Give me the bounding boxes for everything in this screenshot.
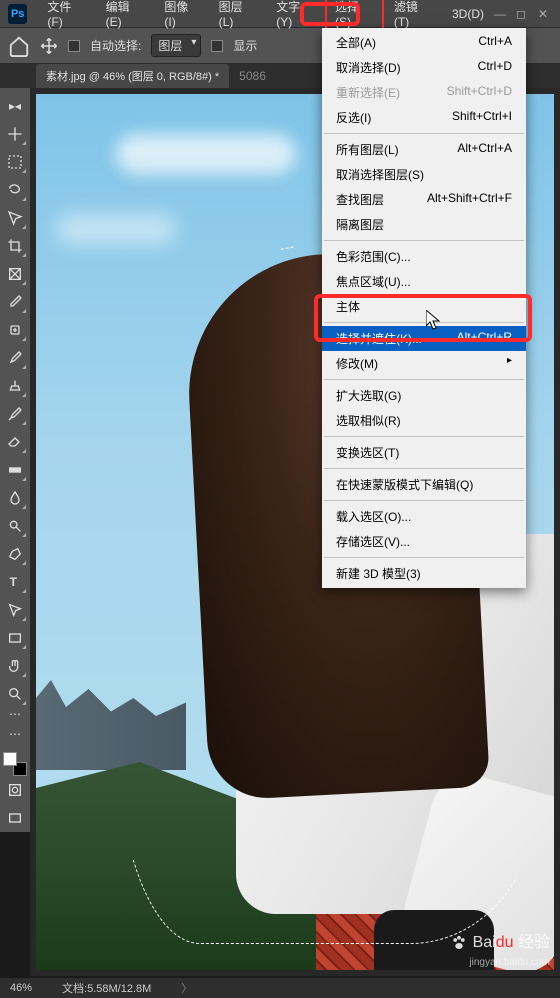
menu-image[interactable]: 图像(I) [154,0,208,33]
status-bar: 46% 文档:5.58M/12.8M 〉 [0,978,560,998]
menu-modify[interactable]: 修改(M) [322,351,526,376]
menu-color-range[interactable]: 色彩范围(C)... [322,244,526,269]
menu-separator [324,322,524,323]
menu-save-selection[interactable]: 存储选区(V)... [322,529,526,554]
move-tool[interactable] [3,122,27,146]
menu-file[interactable]: 文件(F) [37,0,95,33]
menu-subject[interactable]: 主体 [322,294,526,319]
clone-stamp-tool[interactable] [3,374,27,398]
history-brush-tool[interactable] [3,402,27,426]
baidu-paw-icon [450,934,468,952]
menu-quick-mask[interactable]: 在快速蒙版模式下编辑(Q) [322,472,526,497]
status-zoom: 46% [10,982,32,994]
eyedropper-tool[interactable] [3,290,27,314]
menu-3d[interactable]: 3D(D) [442,3,494,25]
menu-load-selection[interactable]: 载入选区(O)... [322,504,526,529]
menu-separator [324,500,524,501]
minimize-icon[interactable]: — [494,7,508,21]
pen-tool[interactable] [3,542,27,566]
menu-isolate-layers[interactable]: 隔离图层 [322,212,526,237]
menu-deselect[interactable]: 取消选择(D)Ctrl+D [322,55,526,80]
dodge-tool[interactable] [3,514,27,538]
hand-tool[interactable] [3,654,27,678]
menu-edit[interactable]: 编辑(E) [96,0,155,33]
quick-select-tool[interactable] [3,206,27,230]
path-select-tool[interactable] [3,598,27,622]
show-transform-checkbox[interactable] [211,40,223,52]
photo-cloud [116,134,296,174]
auto-select-checkbox[interactable] [68,40,80,52]
menu-separator [324,133,524,134]
menu-inverse[interactable]: 反选(I)Shift+Ctrl+I [322,105,526,130]
marquee-tool[interactable] [3,150,27,174]
foreground-color-swatch[interactable] [3,752,17,766]
show-label: 显示 [233,37,257,54]
tab-active[interactable]: 素材.jpg @ 46% (图层 0, RGB/8#) * [36,64,229,88]
tools-panel: ▸◂ T ⋯ ⋯ [0,88,30,832]
menu-separator [324,379,524,380]
menu-grow[interactable]: 扩大选取(G) [322,383,526,408]
menu-all[interactable]: 全部(A)Ctrl+A [322,30,526,55]
eraser-tool[interactable] [3,430,27,454]
collapse-icon[interactable]: ▸◂ [3,94,27,118]
rectangle-tool[interactable] [3,626,27,650]
home-icon[interactable] [8,35,30,57]
restore-icon[interactable]: ◻ [516,7,530,21]
watermark-url: jingyan.baidu.com [469,957,550,968]
watermark-text: Baidu 经验 [473,934,550,951]
menu-layer[interactable]: 图层(L) [209,0,267,33]
type-tool[interactable]: T [3,570,27,594]
menu-separator [324,557,524,558]
menu-reselect: 重新选择(E)Shift+Ctrl+D [322,80,526,105]
color-swatches[interactable] [3,752,27,776]
watermark: Baidu 经验 jingyan.baidu.com [450,928,550,970]
svg-text:T: T [10,575,18,589]
move-tool-icon[interactable] [40,37,58,55]
photo-cloud [56,214,176,244]
menu-type[interactable]: 文字(Y) [266,0,325,33]
menu-select-and-mask[interactable]: 选择并遮住(K)...Alt+Ctrl+R [322,326,526,351]
cursor-icon [426,310,442,330]
auto-select-label: 自动选择: [90,37,141,54]
frame-tool[interactable] [3,262,27,286]
menu-similar[interactable]: 选取相似(R) [322,408,526,433]
tab-inactive[interactable]: 5086 [229,65,276,87]
brush-tool[interactable] [3,346,27,370]
menu-separator [324,468,524,469]
menu-new-3d[interactable]: 新建 3D 模型(3) [322,561,526,586]
status-chevron-icon[interactable]: 〉 [181,980,192,996]
menu-all-layers[interactable]: 所有图层(L)Alt+Ctrl+A [322,137,526,162]
app-logo: Ps [8,4,27,24]
menu-bar: Ps 文件(F) 编辑(E) 图像(I) 图层(L) 文字(Y) 选择(S) 滤… [0,0,560,28]
screen-mode-toggle[interactable] [3,806,27,830]
gradient-tool[interactable] [3,458,27,482]
crop-tool[interactable] [3,234,27,258]
menu-deselect-layers[interactable]: 取消选择图层(S) [322,162,526,187]
window-controls: — ◻ ✕ [494,7,560,21]
select-menu-dropdown: 全部(A)Ctrl+A 取消选择(D)Ctrl+D 重新选择(E)Shift+C… [322,28,526,588]
blur-tool[interactable] [3,486,27,510]
tool-divider: ⋯ [3,710,27,718]
status-doc-size: 文档:5.58M/12.8M [62,980,151,996]
lasso-tool[interactable] [3,178,27,202]
quick-mask-toggle[interactable] [3,778,27,802]
healing-brush-tool[interactable] [3,318,27,342]
menu-transform-selection[interactable]: 变换选区(T) [322,440,526,465]
menu-separator [324,436,524,437]
auto-select-dropdown[interactable]: 图层 [151,34,201,57]
menu-focus-area[interactable]: 焦点区域(U)... [322,269,526,294]
close-icon[interactable]: ✕ [538,7,552,21]
menu-separator [324,240,524,241]
edit-toolbar-icon[interactable]: ⋯ [3,722,27,746]
menu-find-layers[interactable]: 查找图层Alt+Shift+Ctrl+F [322,187,526,212]
zoom-tool[interactable] [3,682,27,706]
